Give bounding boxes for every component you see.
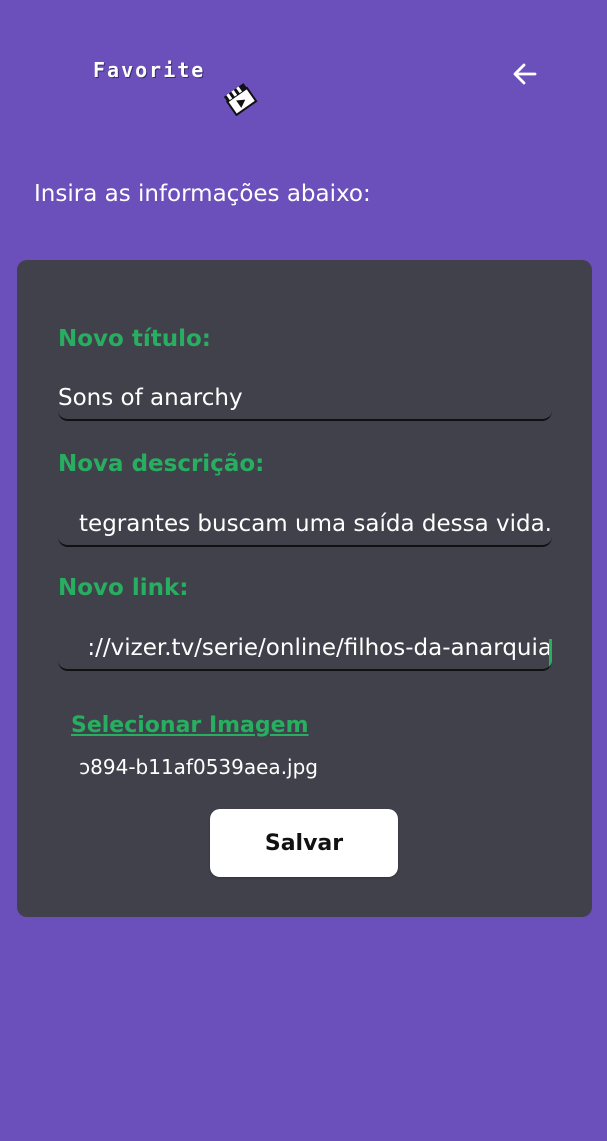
- selected-filename-text: ɔ894-b11af0539aea.jpg: [79, 755, 318, 779]
- clapperboard-icon: [223, 83, 258, 116]
- link-input[interactable]: ://vizer.tv/serie/online/filhos-da-anarq…: [58, 631, 552, 671]
- text-cursor: [549, 639, 552, 667]
- back-button[interactable]: [505, 54, 545, 94]
- save-button[interactable]: Salvar: [210, 809, 398, 877]
- link-label: Novo link:: [58, 575, 189, 601]
- selected-filename: ɔ894-b11af0539aea.jpg: [58, 755, 318, 785]
- link-input-value: ://vizer.tv/serie/online/filhos-da-anarq…: [87, 635, 552, 661]
- app-logo-text: Favorite: [93, 58, 206, 82]
- edit-favorite-screen: Favorite Insira as informações abaixo: N…: [0, 0, 607, 1141]
- title-label: Novo título:: [58, 326, 211, 352]
- edit-form-card: Novo título: Sons of anarchy Nova descri…: [17, 260, 592, 917]
- app-header: Favorite: [0, 0, 607, 140]
- link-input-value-wrap: ://vizer.tv/serie/online/filhos-da-anarq…: [87, 635, 552, 667]
- title-input-value: Sons of anarchy: [58, 385, 243, 411]
- select-image-link[interactable]: Selecionar Imagem: [71, 713, 309, 738]
- title-input[interactable]: Sons of anarchy: [58, 381, 552, 421]
- arrow-left-icon: [513, 63, 537, 85]
- description-input[interactable]: tegrantes buscam uma saída dessa vida.: [58, 507, 552, 547]
- description-input-value: tegrantes buscam uma saída dessa vida.: [79, 511, 552, 537]
- description-label: Nova descrição:: [58, 451, 265, 477]
- intro-text: Insira as informações abaixo:: [34, 181, 371, 207]
